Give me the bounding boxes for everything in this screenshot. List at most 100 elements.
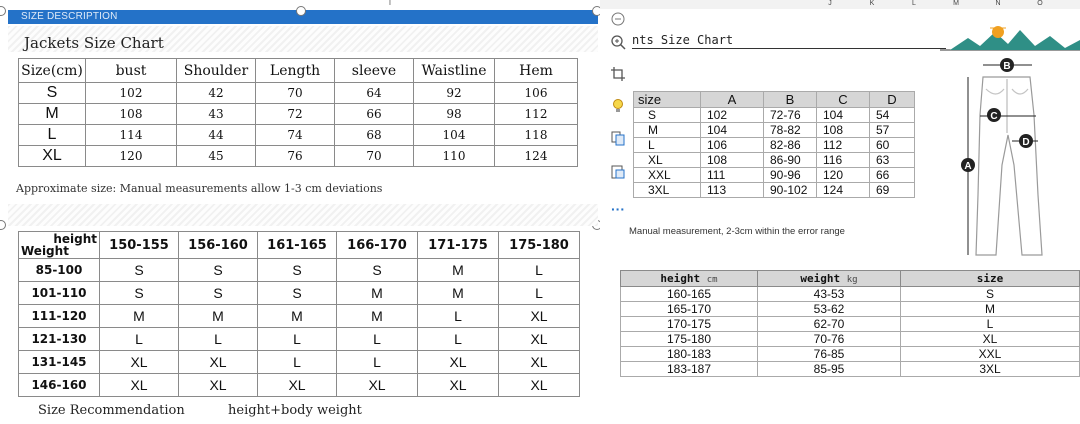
table-cell: M [633,122,701,138]
pants-title: nts Size Chart [632,33,734,47]
table-header-row: Size(cm) bust Shoulder Length sleeve Wai… [18,58,578,83]
column-header: Size(cm) [18,58,86,83]
table-cell: 98 [413,103,495,125]
column-letter[interactable]: K [852,0,892,7]
jackets-title: Jackets Size Chart [24,34,164,52]
table-cell: XL [99,350,179,374]
jacket-size-table: Size(cm) bust Shoulder Length sleeve Wai… [18,58,578,167]
header-label: weight [800,272,841,285]
table-cell: S [178,281,258,305]
copy-icon[interactable] [607,130,629,152]
table-cell: 3XL [900,361,1080,377]
table-header-row: height cm weight kg size [620,270,1080,287]
table-cell: XL [99,373,179,397]
table-cell: M [99,304,179,328]
column-letter[interactable]: N [978,0,1018,7]
column-header: 161-165 [257,231,337,259]
column-letter[interactable]: J [810,0,850,7]
table-cell: 64 [334,82,414,104]
table-row: XL 120 45 76 70 110 124 [18,145,578,167]
table-cell: 111 [700,167,764,183]
table-row: 170-175 62-70 L [620,316,1080,332]
size-description-label: SIZE DESCRIPTION [21,11,118,22]
column-letter[interactable]: L [894,0,934,7]
table-cell: 113 [700,182,764,198]
table-cell: L [900,316,1080,332]
table-cell: 42 [176,82,256,104]
figure-label-d: D [1022,137,1029,148]
weight-cell: 121-130 [18,327,100,351]
table-cell: XXL [900,346,1080,362]
header-unit: kg [846,275,858,285]
table-row: 131-145 XL XL L L XL XL [18,350,580,374]
column-header: weight kg [757,270,901,287]
table-cell: 76 [255,145,335,167]
table-cell: 90-96 [763,167,817,183]
column-header: A [700,91,764,108]
table-cell: 82-86 [763,137,817,153]
table-cell: L [336,327,418,351]
weight-cell: 101-110 [18,281,100,305]
table-row: 165-170 53-62 M [620,301,1080,317]
column-header: size [633,91,701,108]
column-header: D [869,91,915,108]
table-row: S 102 72-76 104 54 [633,107,915,123]
table-cell: 108 [816,122,870,138]
table-row: 175-180 70-76 XL [620,331,1080,347]
table-cell: 45 [176,145,256,167]
table-cell: S [257,258,337,282]
table-cell: XXL [633,167,701,183]
weight-cell: 131-145 [18,350,100,374]
paste-icon[interactable] [607,164,629,186]
table-cell: XL [417,350,499,374]
table-cell: L [257,327,337,351]
table-row: M 104 78-82 108 57 [633,122,915,138]
table-cell: 170-175 [620,316,758,332]
manual-measurement-note: Manual measurement, 2-3cm within the err… [629,226,845,237]
column-letter[interactable]: I [370,0,410,7]
minus-icon[interactable] [607,10,629,32]
table-cell: 180-183 [620,346,758,362]
resize-handle-top[interactable] [296,6,306,16]
crop-icon[interactable] [607,66,629,88]
table-cell: S [900,286,1080,302]
table-cell: M [178,304,258,328]
table-cell: 54 [869,107,915,123]
table-cell: 53-62 [757,301,901,317]
header-label: size [976,272,1004,285]
column-header: height cm [620,270,758,287]
more-icon[interactable]: ··· [607,198,629,220]
table-cell: 74 [255,124,335,146]
figure-label-c: C [990,111,997,122]
table-cell: 78-82 [763,122,817,138]
table-cell: 106 [494,82,578,104]
title-underline [632,48,946,49]
column-letter[interactable]: M [936,0,976,7]
figure-label-b: B [1003,61,1010,72]
table-cell: 44 [176,124,256,146]
weight-cell: 85-100 [18,258,100,282]
table-cell: 118 [494,124,578,146]
table-cell: XL [257,373,337,397]
column-letter[interactable]: O [1020,0,1060,7]
table-cell: 124 [494,145,578,167]
table-cell: XL [178,350,258,374]
table-cell: 70-76 [757,331,901,347]
table-cell: XL [633,152,701,168]
table-cell: 63 [869,152,915,168]
table-header-row: size A B C D [633,91,915,108]
corner-weight-label: Weight [21,244,69,258]
table-cell: 62-70 [757,316,901,332]
idea-icon[interactable] [607,98,629,120]
column-header: 150-155 [99,231,179,259]
column-header: C [816,91,870,108]
column-header: size [900,270,1080,287]
table-cell: S [18,82,86,104]
floating-image-toolbar: ··· [607,12,629,224]
table-row: 160-165 43-53 S [620,286,1080,302]
table-cell: M [336,281,418,305]
zoom-icon[interactable] [607,34,629,56]
table-cell: 76-85 [757,346,901,362]
table-cell: L [99,327,179,351]
table-row: M 108 43 72 66 98 112 [18,103,578,125]
